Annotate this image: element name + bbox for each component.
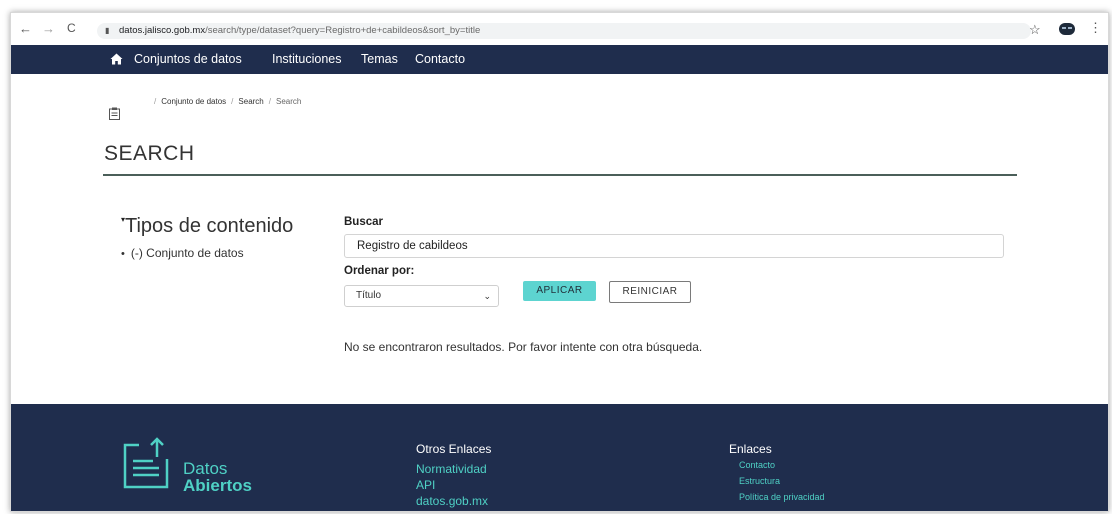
facet-list: (-) Conjunto de datos	[121, 246, 244, 260]
footer-link-politica-de-privacidad[interactable]: Política de privacidad	[739, 492, 825, 502]
url-path: /search/type/dataset?query=Registro+de+c…	[205, 25, 481, 36]
document-icon	[109, 107, 120, 120]
footer-link-contacto[interactable]: Contacto	[739, 460, 775, 470]
breadcrumb-separator: /	[231, 97, 234, 106]
forward-icon[interactable]: →	[42, 21, 55, 36]
browser-window: ← → C ▮ datos.jalisco.gob.mx/search/type…	[10, 12, 1109, 512]
apply-button[interactable]: APLICAR	[523, 281, 596, 301]
open-data-logo-icon	[123, 437, 169, 489]
title-divider	[103, 174, 1017, 176]
extension-icon[interactable]	[1059, 23, 1075, 35]
sort-select-value: Título	[356, 290, 382, 301]
no-results-message: No se encontraron resultados. Por favor …	[344, 340, 703, 354]
sort-select[interactable]: Título ⌄	[344, 285, 499, 307]
url-host: datos.jalisco.gob.mx	[119, 25, 206, 36]
facet-heading-label: Tipos de contenido	[125, 215, 294, 237]
nav-instituciones[interactable]: Instituciones	[272, 52, 341, 66]
logo-text-abiertos: Abiertos	[183, 476, 252, 495]
breadcrumb-separator: /	[268, 97, 271, 106]
footer-link-api[interactable]: API	[416, 478, 435, 492]
facet-item-conjunto-de-datos[interactable]: (-) Conjunto de datos	[131, 246, 244, 260]
breadcrumb: / Conjunto de datos / Search / Search	[149, 97, 301, 106]
breadcrumb-current: Search	[276, 97, 302, 106]
reset-button[interactable]: REINICIAR	[609, 281, 691, 303]
nav-conjuntos-de-datos[interactable]: Conjuntos de datos	[134, 52, 242, 66]
site-navbar: Conjuntos de datos Instituciones Temas C…	[11, 45, 1108, 74]
footer: Datos Abiertos Otros Enlaces Normativida…	[11, 404, 1108, 511]
facet-item[interactable]: (-) Conjunto de datos	[121, 246, 244, 260]
footer-otros-enlaces-heading: Otros Enlaces	[416, 442, 492, 456]
chevron-down-icon: ⌄	[483, 291, 491, 301]
breadcrumb-search[interactable]: Search	[238, 97, 263, 106]
lock-icon: ▮	[105, 26, 110, 35]
nav-contacto[interactable]: Contacto	[415, 52, 465, 66]
facet-heading[interactable]: Tipos de contenido	[117, 215, 293, 238]
footer-link-normatividad[interactable]: Normatividad	[416, 462, 487, 476]
search-input[interactable]	[344, 234, 1004, 258]
nav-temas[interactable]: Temas	[361, 52, 398, 66]
breadcrumb-separator: /	[154, 97, 157, 106]
browser-menu-icon[interactable]: ⋮	[1089, 20, 1102, 36]
address-bar[interactable]: ▮ datos.jalisco.gob.mx/search/type/datas…	[97, 23, 1031, 39]
breadcrumb-conjunto-de-datos[interactable]: Conjunto de datos	[161, 97, 226, 106]
bookmark-star-icon[interactable]: ☆	[1029, 22, 1041, 38]
back-icon[interactable]: ←	[19, 21, 32, 36]
sort-label: Ordenar por:	[344, 265, 415, 277]
reload-icon[interactable]: C	[67, 21, 76, 35]
footer-link-datos-gob-mx[interactable]: datos.gob.mx	[416, 494, 488, 508]
footer-link-estructura[interactable]: Estructura	[739, 476, 780, 486]
page-title: SEARCH	[104, 142, 195, 165]
home-icon[interactable]	[110, 53, 123, 65]
browser-toolbar: ← → C ▮ datos.jalisco.gob.mx/search/type…	[11, 13, 1108, 45]
footer-enlaces-heading: Enlaces	[729, 442, 772, 456]
search-label: Buscar	[344, 216, 383, 228]
